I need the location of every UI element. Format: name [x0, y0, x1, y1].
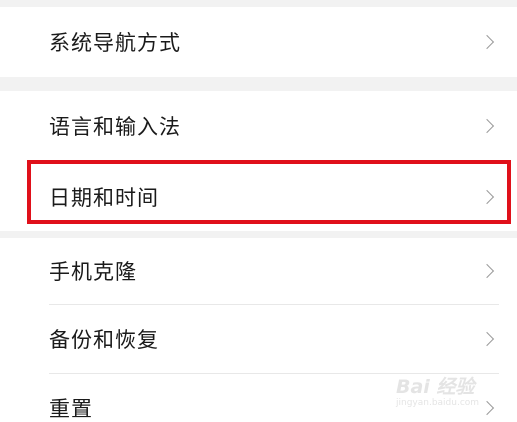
settings-item-label: 备份和恢复: [49, 328, 159, 352]
settings-item-label: 日期和时间: [49, 185, 159, 210]
settings-item-label: 语言和输入法: [49, 115, 181, 139]
settings-item-date-time[interactable]: 日期和时间: [0, 162, 517, 231]
settings-group-1: 系统导航方式: [0, 7, 517, 77]
group-separator: [0, 231, 517, 238]
chevron-right-icon: [479, 118, 495, 134]
chevron-right-icon: [479, 189, 495, 204]
chevron-right-icon: [479, 400, 495, 416]
settings-item-phone-clone[interactable]: 手机克隆: [0, 238, 517, 304]
settings-item-label: 手机克隆: [49, 260, 137, 284]
settings-item-language-input[interactable]: 语言和输入法: [0, 91, 517, 161]
settings-item-backup-restore[interactable]: 备份和恢复: [0, 305, 517, 373]
settings-group-2: 语言和输入法 日期和时间: [0, 91, 517, 231]
settings-item-reset[interactable]: 重置: [0, 374, 517, 422]
chevron-right-icon: [479, 34, 495, 50]
chevron-right-icon: [479, 263, 495, 279]
group-separator-top: [0, 0, 517, 7]
group-separator: [0, 77, 517, 91]
settings-item-label: 系统导航方式: [49, 31, 181, 55]
settings-group-3: 手机克隆 备份和恢复 重置: [0, 238, 517, 422]
settings-item-label: 重置: [49, 397, 93, 421]
chevron-right-icon: [479, 331, 495, 347]
settings-item-system-navigation[interactable]: 系统导航方式: [0, 7, 517, 77]
